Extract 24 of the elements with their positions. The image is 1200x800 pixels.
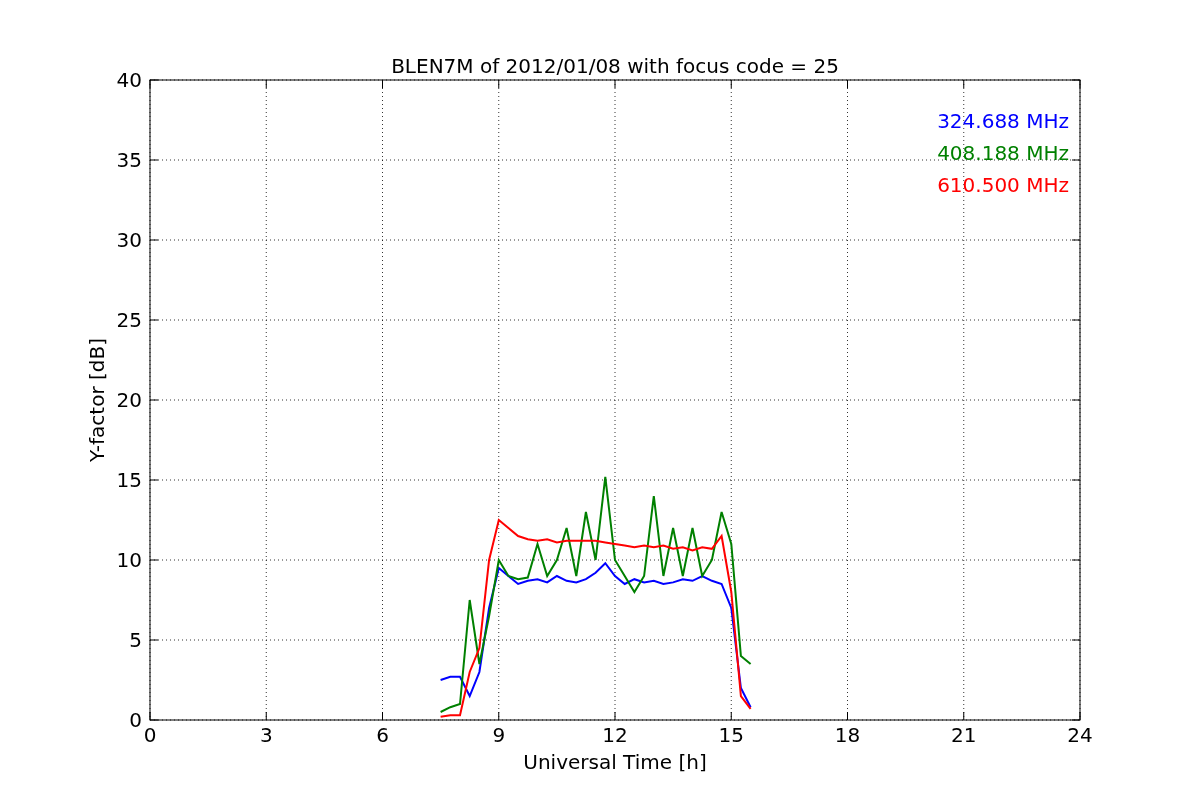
x-tick-label: 0 — [143, 723, 157, 747]
y-tick-label: 30 — [116, 228, 142, 252]
x-tick-label: 15 — [718, 723, 744, 747]
y-tick-label: 10 — [116, 548, 142, 572]
x-tick-label: 6 — [376, 723, 389, 747]
y-tick-label: 15 — [116, 468, 142, 492]
y-tick-label: 5 — [129, 628, 142, 652]
x-tick-label: 18 — [834, 723, 861, 747]
x-tick-label: 9 — [492, 723, 506, 747]
y-tick-label: 25 — [116, 308, 142, 332]
y-tick-label: 0 — [129, 708, 142, 732]
legend-label: 324.688 MHz — [937, 109, 1069, 133]
y-tick-label: 35 — [116, 148, 142, 172]
legend-label: 408.188 MHz — [937, 141, 1069, 165]
x-tick-label: 3 — [259, 723, 273, 747]
chart-title: BLEN7M of 2012/01/08 with focus code = 25 — [391, 54, 839, 78]
y-tick-label: 20 — [116, 388, 142, 412]
y-tick-label: 40 — [116, 68, 142, 92]
x-tick-label: 24 — [1067, 723, 1093, 747]
x-axis-label: Universal Time [h] — [523, 750, 707, 774]
y-axis-label: Y-factor [dB] — [85, 338, 109, 462]
x-tick-label: 12 — [602, 723, 628, 747]
x-tick-label: 21 — [951, 723, 977, 747]
legend-label: 610.500 MHz — [937, 173, 1069, 197]
